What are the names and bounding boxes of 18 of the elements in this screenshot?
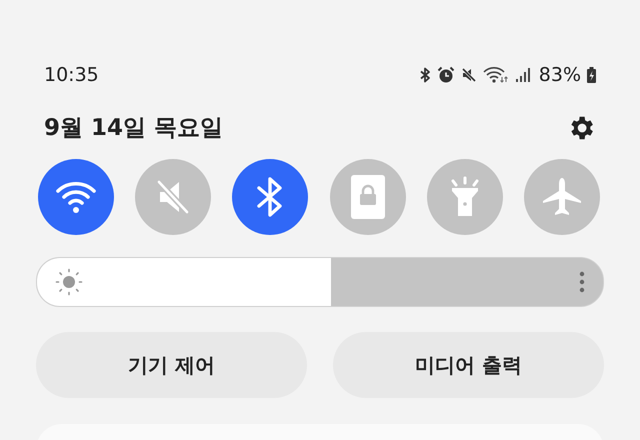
wifi-icon (55, 179, 97, 215)
wifi-icon (482, 66, 509, 84)
more-options-icon[interactable] (579, 271, 585, 293)
brightness-icon (55, 268, 83, 296)
mute-icon (460, 67, 477, 83)
bluetooth-icon (418, 67, 431, 83)
flashlight-icon (448, 175, 481, 219)
airplane-icon (540, 176, 583, 218)
battery-icon (587, 67, 596, 83)
signal-icon (514, 67, 531, 83)
date-text: 9월 14일 목요일 (44, 114, 224, 143)
status-time: 10:35 (44, 64, 99, 86)
pill-button[interactable]: 미디어 출력 (333, 332, 604, 398)
screen-lock-icon (350, 175, 385, 219)
battery-percent: 83% (538, 64, 581, 86)
alarm-icon (436, 66, 455, 84)
pill-button[interactable]: 기기 제어 (36, 332, 307, 398)
brightness-slider[interactable] (36, 257, 604, 307)
